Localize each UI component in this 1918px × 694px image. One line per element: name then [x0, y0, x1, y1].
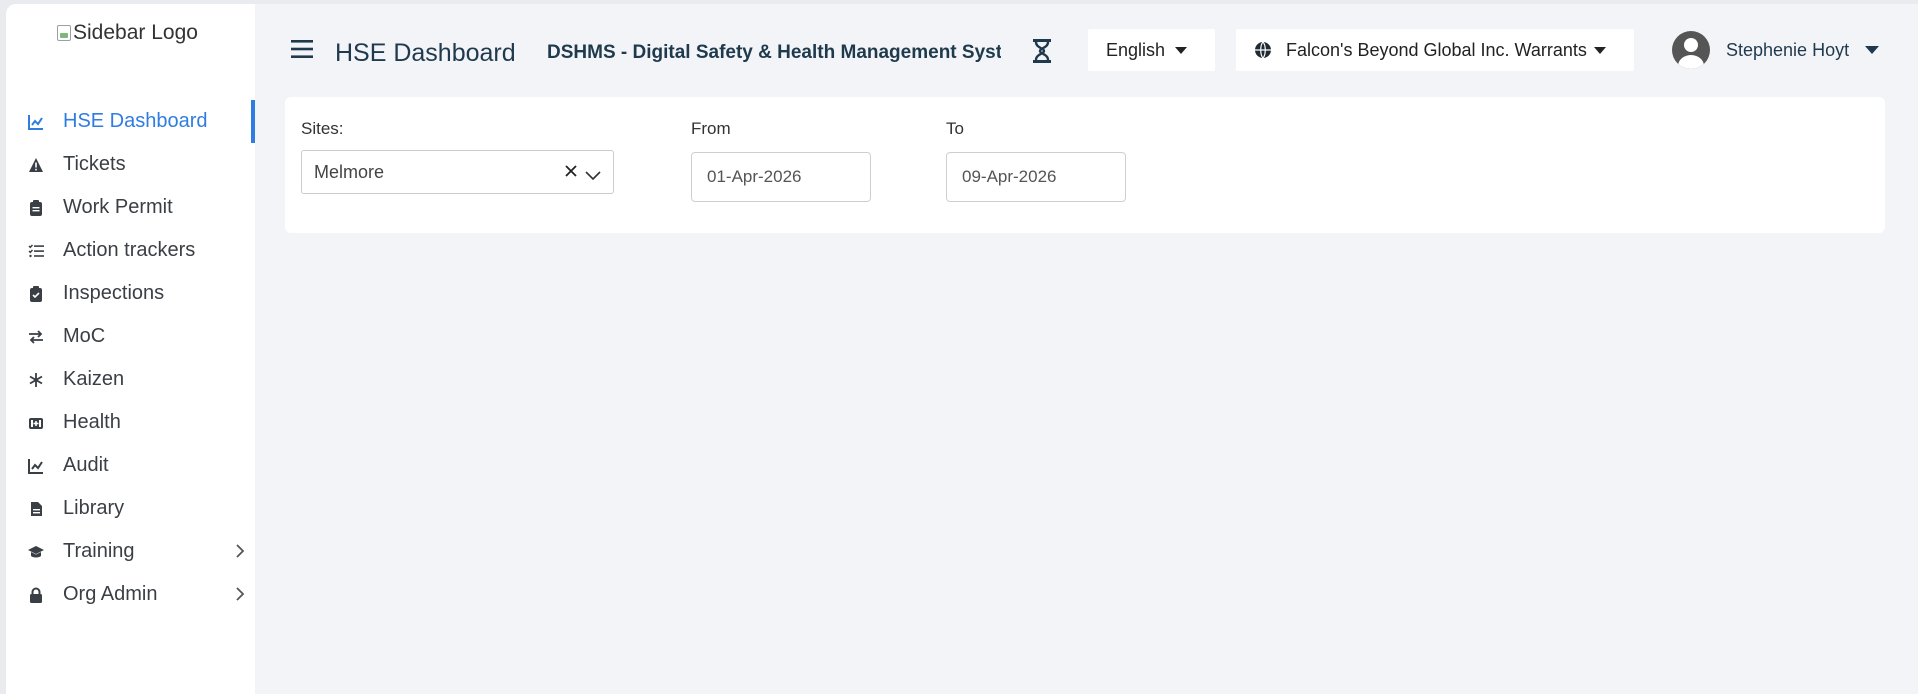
- sidebar-item-label: Org Admin: [63, 583, 158, 605]
- sidebar: Sidebar Logo HSE Dashboard Tickets Work …: [6, 4, 255, 694]
- sites-value: Melmore: [314, 161, 385, 182]
- avatar: [1672, 31, 1710, 69]
- chevron-down-icon[interactable]: [585, 165, 601, 186]
- caret-down-icon: [1865, 46, 1880, 54]
- sidebar-item-library[interactable]: Library: [6, 487, 255, 530]
- sidebar-item-label: MoC: [63, 325, 106, 347]
- sidebar-logo-alt: Sidebar Logo: [73, 21, 198, 44]
- sidebar-item-moc[interactable]: MoC: [6, 315, 255, 358]
- sidebar-item-label: Audit: [63, 454, 109, 476]
- user-menu[interactable]: Stephenie Hoyt: [1672, 31, 1880, 69]
- sidebar-item-action-trackers[interactable]: Action trackers: [6, 229, 255, 272]
- sidebar-item-label: Action trackers: [63, 239, 196, 261]
- warning-triangle-icon: [27, 156, 45, 174]
- clear-icon[interactable]: [565, 162, 577, 182]
- sidebar-item-kaizen[interactable]: Kaizen: [6, 358, 255, 401]
- top-header: HSE Dashboard DSHMS - Digital Safety & H…: [255, 4, 1918, 94]
- sidebar-item-label: Training: [63, 540, 135, 562]
- organization-select[interactable]: Falcon's Beyond Global Inc. Warrants: [1236, 29, 1634, 71]
- globe-icon: [1254, 41, 1272, 59]
- sidebar-item-label: Health: [63, 411, 121, 433]
- sidebar-item-label: Tickets: [63, 153, 126, 175]
- broken-image-icon: [57, 25, 71, 41]
- arrows-exchange-icon: [27, 328, 45, 346]
- clipboard-icon: [27, 199, 45, 217]
- sidebar-item-training[interactable]: Training: [6, 530, 255, 573]
- system-title: DSHMS - Digital Safety & Health Manageme…: [547, 42, 1001, 63]
- sidebar-item-work-permit[interactable]: Work Permit: [6, 186, 255, 229]
- caret-down-icon: [1594, 47, 1606, 54]
- sidebar-item-label: Work Permit: [63, 196, 173, 218]
- sidebar-item-label: Inspections: [63, 282, 165, 304]
- sidebar-item-audit[interactable]: Audit: [6, 444, 255, 487]
- chevron-right-icon[interactable]: [235, 585, 245, 608]
- from-date-input[interactable]: [691, 152, 871, 202]
- sidebar-item-label: Kaizen: [63, 368, 125, 390]
- from-label: From: [691, 119, 731, 138]
- page-title: HSE Dashboard: [335, 39, 516, 67]
- sidebar-item-inspections[interactable]: Inspections: [6, 272, 255, 315]
- clipboard-check-icon: [27, 285, 45, 303]
- organization-value: Falcon's Beyond Global Inc. Warrants: [1286, 39, 1587, 60]
- graduation-cap-icon: [27, 543, 45, 561]
- filter-card: Sites: Melmore From To: [285, 97, 1885, 233]
- sidebar-logo: Sidebar Logo: [57, 21, 198, 45]
- medkit-icon: [27, 414, 45, 432]
- sidebar-item-hse-dashboard[interactable]: HSE Dashboard: [6, 100, 255, 143]
- chart-line-icon: [27, 457, 45, 475]
- language-value: English: [1106, 39, 1166, 60]
- sidebar-item-label: HSE Dashboard: [63, 110, 208, 132]
- hourglass-icon[interactable]: [1032, 38, 1052, 69]
- snowflake-icon: [27, 371, 45, 389]
- chart-line-icon: [27, 113, 45, 131]
- sidebar-nav: HSE Dashboard Tickets Work Permit Action…: [6, 100, 255, 616]
- sites-label: Sites:: [301, 119, 344, 138]
- sidebar-item-tickets[interactable]: Tickets: [6, 143, 255, 186]
- caret-down-icon: [1175, 47, 1187, 54]
- sidebar-item-health[interactable]: Health: [6, 401, 255, 444]
- sidebar-item-org-admin[interactable]: Org Admin: [6, 573, 255, 616]
- app-frame: Sidebar Logo HSE Dashboard Tickets Work …: [6, 4, 1918, 694]
- sidebar-item-label: Library: [63, 497, 125, 519]
- to-date-input[interactable]: [946, 152, 1126, 202]
- file-icon: [27, 500, 45, 518]
- to-label: To: [946, 119, 964, 138]
- hamburger-menu-icon[interactable]: [291, 40, 313, 63]
- sites-select[interactable]: Melmore: [301, 150, 614, 194]
- list-check-icon: [27, 242, 45, 260]
- user-name: Stephenie Hoyt: [1726, 39, 1850, 60]
- lock-icon: [27, 586, 45, 604]
- language-select[interactable]: English: [1088, 29, 1215, 71]
- chevron-right-icon[interactable]: [235, 542, 245, 565]
